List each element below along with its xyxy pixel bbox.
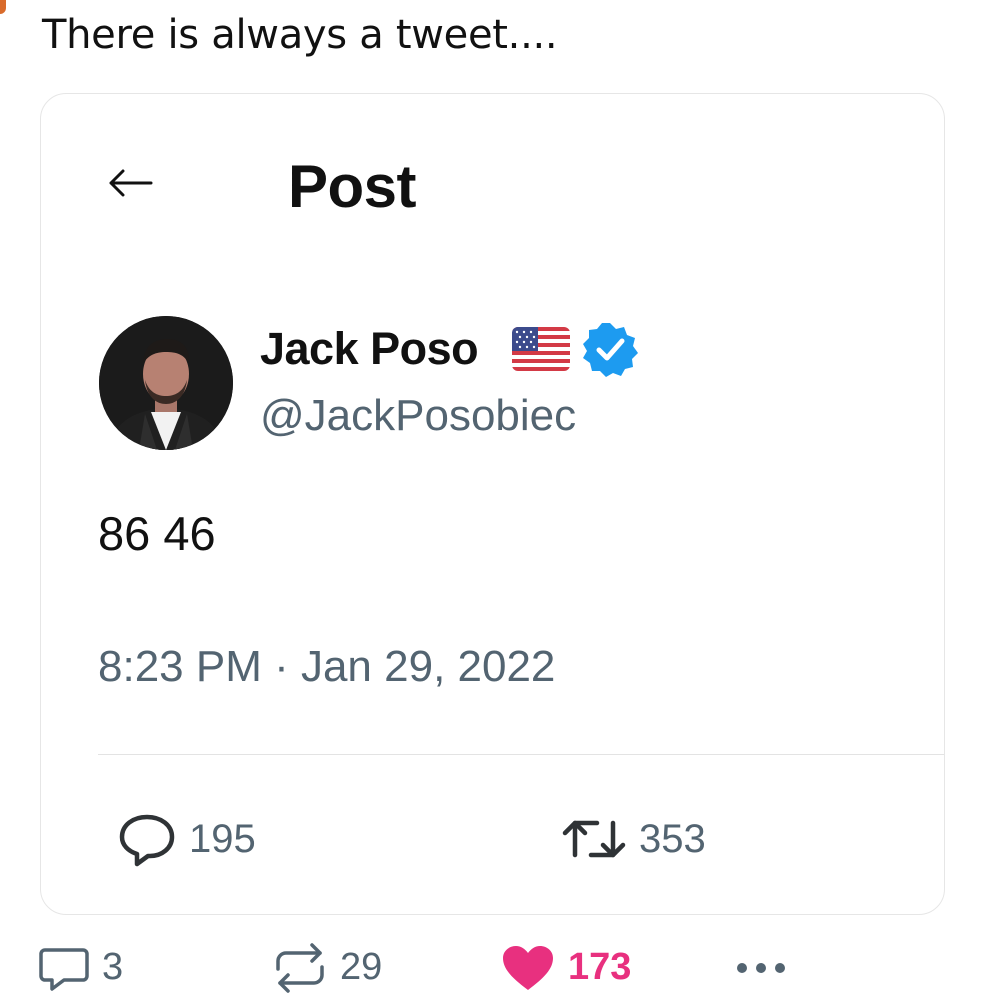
embedded-tweet-card[interactable]: Post Jack Poso @JackPosobiec 86 46 8:23 … bbox=[40, 93, 945, 915]
retweet-metric[interactable]: 353 bbox=[561, 809, 706, 869]
author-handle[interactable]: @JackPosobiec bbox=[260, 391, 576, 441]
reply-metric[interactable]: 195 bbox=[117, 809, 256, 869]
verified-badge-icon bbox=[583, 323, 638, 377]
tweet-body: 86 46 bbox=[98, 507, 216, 560]
reply-count: 195 bbox=[189, 816, 256, 861]
tweet-timestamp[interactable]: 8:23 PM · Jan 29, 2022 bbox=[98, 642, 555, 692]
page-title: Post bbox=[288, 153, 417, 220]
more-options-button[interactable] bbox=[735, 935, 787, 1000]
retweet-count: 353 bbox=[639, 816, 706, 861]
post-text: There is always a tweet.... bbox=[42, 12, 558, 58]
back-arrow-icon[interactable] bbox=[107, 169, 153, 197]
reply-icon bbox=[119, 814, 175, 867]
comment-icon bbox=[39, 947, 89, 991]
divider bbox=[98, 754, 944, 755]
like-button[interactable]: 173 bbox=[500, 935, 631, 1000]
post-action-bar: 3 29 173 bbox=[0, 935, 993, 1000]
more-dots-icon bbox=[737, 962, 785, 973]
author-display-name[interactable]: Jack Poso bbox=[260, 323, 479, 375]
comment-count: 3 bbox=[102, 946, 124, 988]
us-flag-icon bbox=[512, 327, 570, 371]
retweet-icon bbox=[562, 820, 626, 858]
avatar[interactable] bbox=[99, 316, 233, 450]
corner-avatar-fragment bbox=[0, 0, 6, 14]
repost-count: 29 bbox=[340, 946, 383, 988]
repost-icon bbox=[276, 942, 324, 993]
avatar-image bbox=[99, 316, 233, 450]
heart-icon bbox=[503, 945, 553, 990]
repost-button[interactable]: 29 bbox=[272, 935, 382, 1000]
comment-button[interactable]: 3 bbox=[38, 935, 123, 1000]
like-count: 173 bbox=[568, 946, 632, 988]
